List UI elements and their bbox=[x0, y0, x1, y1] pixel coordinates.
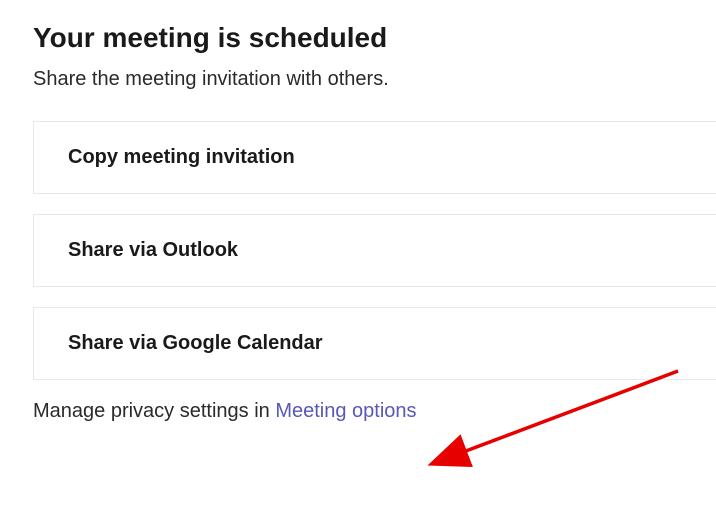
share-outlook-button[interactable]: Share via Outlook bbox=[33, 214, 716, 287]
copy-meeting-invitation-button[interactable]: Copy meeting invitation bbox=[33, 121, 716, 194]
share-google-calendar-button[interactable]: Share via Google Calendar bbox=[33, 307, 716, 380]
meeting-options-link[interactable]: Meeting options bbox=[275, 400, 416, 422]
privacy-footer: Manage privacy settings in Meeting optio… bbox=[33, 400, 716, 423]
page-subtitle: Share the meeting invitation with others… bbox=[33, 68, 716, 91]
page-title: Your meeting is scheduled bbox=[33, 22, 716, 54]
privacy-footer-prefix: Manage privacy settings in bbox=[33, 400, 275, 422]
